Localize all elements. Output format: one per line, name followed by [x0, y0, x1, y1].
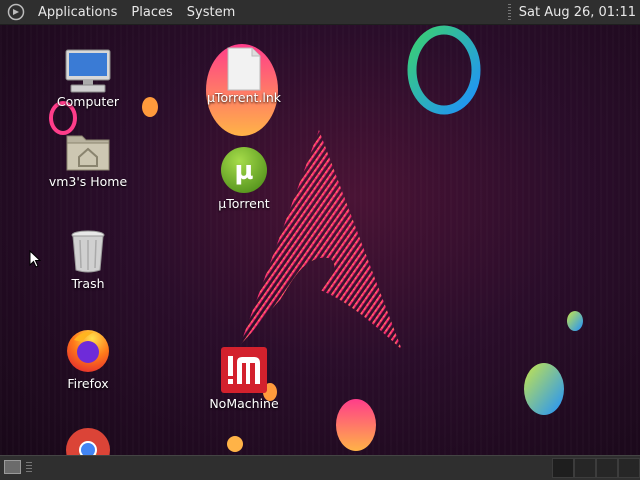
utorrent-icon: µ: [221, 147, 267, 193]
desktop-icon-nomachine[interactable]: NoMachine: [204, 346, 284, 411]
icon-label: µTorrent: [218, 196, 270, 211]
applications-menu[interactable]: Applications: [31, 5, 124, 20]
workspace-3[interactable]: [596, 458, 618, 478]
trash-icon: [71, 230, 105, 273]
home-folder-icon: [66, 135, 110, 171]
system-menu[interactable]: System: [180, 5, 242, 20]
clock[interactable]: Sat Aug 26, 01:11: [519, 5, 636, 20]
places-menu[interactable]: Places: [124, 5, 179, 20]
icon-label: NoMachine: [209, 396, 279, 411]
workspace-1[interactable]: [552, 458, 574, 478]
computer-icon: [65, 49, 111, 93]
desktop-icon-utorrent[interactable]: µ µTorrent: [204, 146, 284, 211]
bottom-panel: [0, 455, 640, 480]
panel-handle: [26, 462, 32, 474]
workspace-2[interactable]: [574, 458, 596, 478]
top-panel: Applications Places System Sat Aug 26, 0…: [0, 0, 640, 25]
firefox-icon: [67, 330, 109, 372]
desktop-icon-firefox[interactable]: Firefox: [48, 326, 128, 391]
svg-text:µ: µ: [234, 156, 253, 186]
icon-label: Computer: [56, 94, 120, 109]
distro-logo-icon[interactable]: [7, 3, 25, 21]
panel-handle: [507, 4, 511, 20]
show-desktop-icon[interactable]: [4, 460, 21, 474]
desktop-icon-computer[interactable]: Computer: [48, 46, 128, 109]
desktop-icon-utorrent-lnk[interactable]: µTorrent.lnk: [204, 46, 284, 105]
desktop-icon-home[interactable]: vm3's Home: [48, 130, 128, 189]
icon-label: Trash: [71, 276, 105, 291]
file-icon: [227, 47, 261, 91]
workspace-4[interactable]: [618, 458, 640, 478]
icon-label: µTorrent.lnk: [206, 90, 282, 105]
icon-label: vm3's Home: [48, 174, 128, 189]
icon-label: Firefox: [67, 376, 109, 391]
nomachine-icon: [221, 347, 267, 393]
desktop-icon-trash[interactable]: Trash: [48, 228, 128, 291]
mouse-cursor-icon: [29, 250, 41, 268]
